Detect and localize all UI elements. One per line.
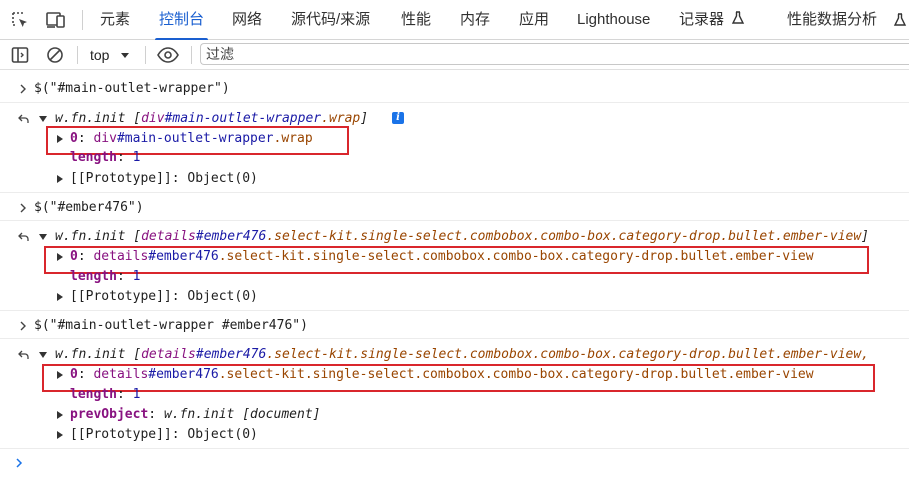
prototype-value: Object(0): [187, 289, 258, 304]
result-return-icon: [18, 109, 29, 129]
prototype-value: Object(0): [187, 171, 258, 186]
input-prompt-icon: [18, 79, 28, 99]
experiment-flask-icon: [731, 1, 745, 24]
prevobject-property[interactable]: prevObject: w.fn.init [document]: [70, 405, 320, 425]
result-summary[interactable]: w.fn.init [details#ember476.select-kit.s…: [55, 345, 869, 365]
length-key: length: [70, 387, 117, 402]
length-key: length: [70, 269, 117, 284]
console-input-row: $("#ember476"): [0, 192, 909, 221]
prompt-chevron-icon: [14, 453, 24, 473]
summary-class: .select-kit.single-select.combobox.combo…: [266, 229, 862, 244]
summary-tag: details: [141, 229, 196, 244]
summary-prefix: w.fn.init [: [55, 111, 142, 126]
summary-prefix: w.fn.init [: [55, 229, 142, 244]
prototype-property[interactable]: [[Prototype]]: Object(0): [70, 169, 258, 189]
devtools-tabbar: 元素 控制台 网络 源代码/来源 性能 内存 应用 Lighthouse 记录器…: [0, 0, 909, 41]
input-prompt-icon: [18, 316, 28, 336]
tab-application[interactable]: 应用: [519, 0, 549, 40]
prevobject-value: w.fn.init [document]: [163, 407, 321, 422]
length-property: length: 1: [70, 387, 141, 402]
divider: [191, 46, 192, 64]
dropdown-arrow-icon: [120, 40, 130, 58]
summary-suffix: ]: [360, 111, 369, 126]
summary-tag: div: [141, 111, 165, 126]
prototype-property[interactable]: [[Prototype]]: Object(0): [70, 287, 258, 307]
length-property: length: 1: [70, 269, 141, 284]
console-prompt[interactable]: [0, 448, 909, 479]
device-toolbar-icon[interactable]: [45, 10, 65, 30]
tab-recorder[interactable]: 记录器: [679, 0, 745, 40]
summary-id: #ember476: [195, 347, 267, 362]
length-property: length: 1: [70, 150, 141, 165]
highlight-box: [44, 246, 869, 274]
info-icon[interactable]: i: [392, 112, 404, 124]
divider: [77, 46, 78, 64]
filter-box[interactable]: [200, 43, 909, 65]
tab-memory[interactable]: 内存: [460, 0, 490, 40]
tab-recorder-label: 记录器: [679, 11, 725, 28]
tab-performance[interactable]: 性能: [401, 0, 431, 40]
collapse-triangle-icon[interactable]: [38, 345, 48, 365]
input-prompt-icon: [18, 198, 28, 218]
console-toolbar: top: [0, 40, 909, 70]
live-expression-eye-icon[interactable]: [156, 45, 180, 65]
tab-console[interactable]: 控制台: [154, 0, 209, 41]
tab-network[interactable]: 网络: [232, 0, 262, 40]
console-command[interactable]: $("#ember476"): [34, 198, 144, 218]
context-selector[interactable]: top: [90, 40, 130, 70]
summary-suffix: ]: [861, 229, 869, 244]
highlight-box: [42, 364, 875, 392]
clear-console-icon[interactable]: [45, 45, 65, 65]
prototype-key: [[Prototype]]: [70, 289, 172, 304]
console-result: w.fn.init [details#ember476.select-kit.s…: [0, 220, 909, 311]
tab-sources[interactable]: 源代码/来源: [291, 0, 370, 40]
prototype-key: [[Prototype]]: [70, 171, 172, 186]
divider: [82, 10, 83, 30]
summary-class: .select-kit.single-select.combobox.combo…: [266, 347, 869, 362]
summary-class: .wrap: [321, 111, 361, 126]
console-input-row: $("#main-outlet-wrapper"): [0, 79, 909, 99]
console-command[interactable]: $("#main-outlet-wrapper"): [34, 79, 230, 99]
collapse-triangle-icon[interactable]: [38, 227, 48, 247]
console-command[interactable]: $("#main-outlet-wrapper #ember476"): [34, 316, 308, 336]
tab-elements[interactable]: 元素: [100, 0, 130, 40]
filter-input[interactable]: [206, 45, 896, 63]
summary-tag: details: [141, 347, 196, 362]
experiment-flask-icon: [893, 10, 909, 30]
prototype-value: Object(0): [187, 427, 258, 442]
prototype-property[interactable]: [[Prototype]]: Object(0): [70, 425, 258, 445]
length-value: 1: [132, 150, 141, 165]
result-return-icon: [18, 227, 29, 247]
expand-triangle-icon[interactable]: [55, 287, 65, 307]
show-sidebar-icon[interactable]: [10, 45, 30, 65]
result-return-icon: [18, 345, 29, 365]
tab-performance-insights[interactable]: 性能数据分析: [787, 0, 877, 40]
inspect-element-icon[interactable]: [10, 10, 30, 30]
result-summary[interactable]: w.fn.init [details#ember476.select-kit.s…: [55, 227, 869, 247]
context-selector-value: top: [90, 47, 110, 63]
tab-lighthouse[interactable]: Lighthouse: [577, 0, 650, 40]
expand-triangle-icon[interactable]: [55, 169, 65, 189]
summary-id: #ember476: [195, 229, 267, 244]
length-value: 1: [132, 387, 141, 402]
console-result: w.fn.init [div#main-outlet-wrapper.wrap]…: [0, 102, 909, 193]
summary-prefix: w.fn.init [: [55, 347, 142, 362]
expand-triangle-icon[interactable]: [55, 405, 65, 425]
expand-triangle-icon[interactable]: [55, 425, 65, 445]
divider: [145, 46, 146, 64]
console-result: w.fn.init [details#ember476.select-kit.s…: [0, 338, 909, 449]
summary-id: #main-outlet-wrapper: [164, 111, 322, 126]
prototype-key: [[Prototype]]: [70, 427, 172, 442]
length-key: length: [70, 150, 117, 165]
console-input-row: $("#main-outlet-wrapper #ember476"): [0, 310, 909, 339]
length-value: 1: [132, 269, 141, 284]
prevobject-key: prevObject: [70, 407, 149, 422]
